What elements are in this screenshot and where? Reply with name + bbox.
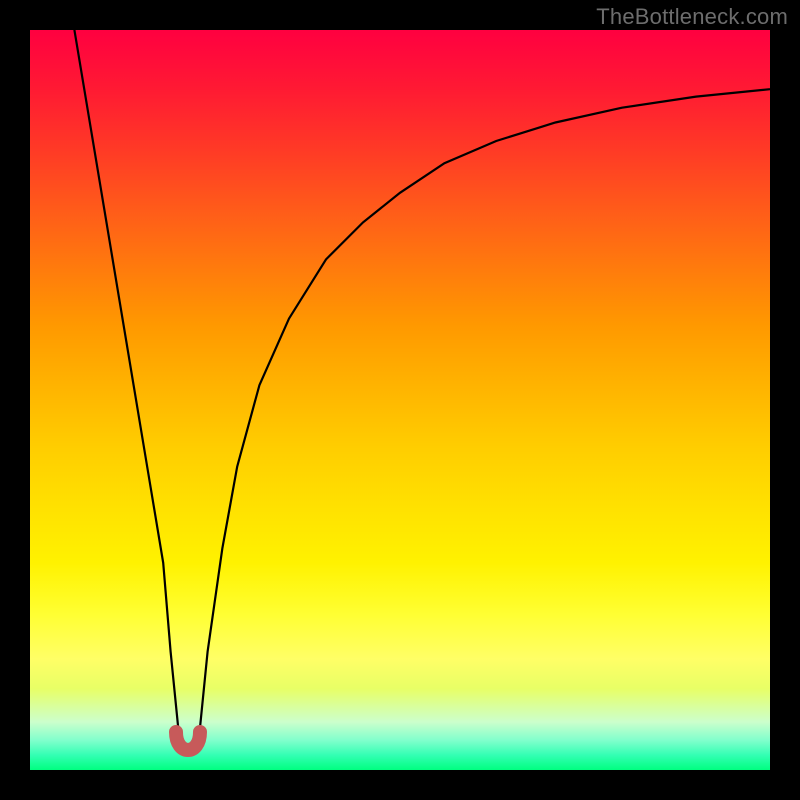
plot-area [30, 30, 770, 770]
chart-frame: TheBottleneck.com [0, 0, 800, 800]
optimal-point-marker [176, 732, 200, 750]
watermark-text: TheBottleneck.com [596, 4, 788, 30]
bottleneck-curve [30, 30, 770, 770]
curve-path [74, 30, 770, 748]
